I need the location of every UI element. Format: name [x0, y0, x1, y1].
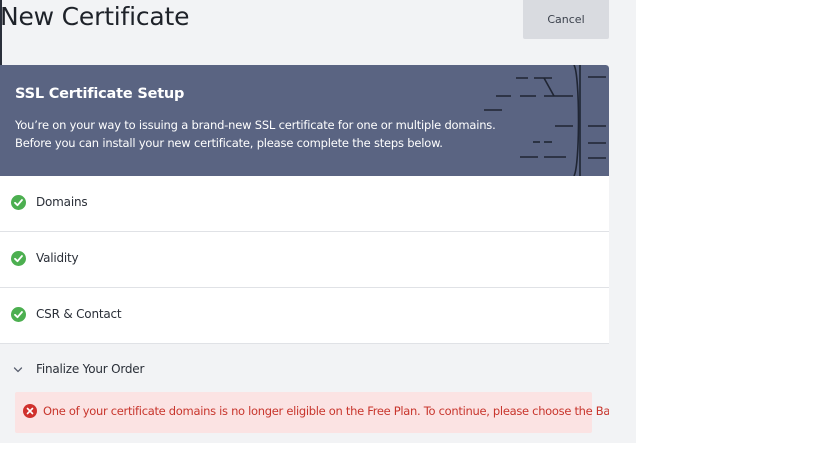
- step-domains[interactable]: Domains: [0, 176, 609, 232]
- finalize-order-label[interactable]: Finalize Your Order: [36, 362, 144, 376]
- bottom-strip: [0, 443, 837, 458]
- setup-banner: SSL Certificate Setup You’re on your way…: [0, 65, 609, 176]
- check-circle-icon: [11, 307, 26, 322]
- step-validity[interactable]: Validity: [0, 232, 609, 288]
- step-label: CSR & Contact: [36, 307, 122, 321]
- step-label: Validity: [36, 251, 79, 265]
- plan-error-alert: One of your certificate domains is no lo…: [15, 392, 609, 433]
- certificate-setup-card: SSL Certificate Setup You’re on your way…: [0, 65, 609, 443]
- app-window: New Certificate Cancel SSL Certificate S…: [0, 0, 636, 443]
- chevron-down-icon[interactable]: [13, 366, 23, 374]
- cancel-button[interactable]: Cancel: [523, 0, 609, 39]
- check-circle-icon: [11, 195, 26, 210]
- alert-message: One of your certificate domains is no lo…: [43, 404, 609, 418]
- step-csr-contact[interactable]: CSR & Contact: [0, 288, 609, 344]
- banner-description-line-1: You’re on your way to issuing a brand-ne…: [15, 118, 496, 132]
- banner-illustration-icon: [484, 65, 606, 176]
- step-finalize-order: Finalize Your Order One of your certific…: [0, 344, 609, 443]
- page-title: New Certificate: [0, 2, 190, 31]
- banner-title: SSL Certificate Setup: [15, 86, 185, 102]
- error-circle-icon: [23, 404, 37, 418]
- check-circle-icon: [11, 251, 26, 266]
- step-label: Domains: [36, 195, 88, 209]
- banner-description-line-2: Before you can install your new certific…: [15, 136, 443, 150]
